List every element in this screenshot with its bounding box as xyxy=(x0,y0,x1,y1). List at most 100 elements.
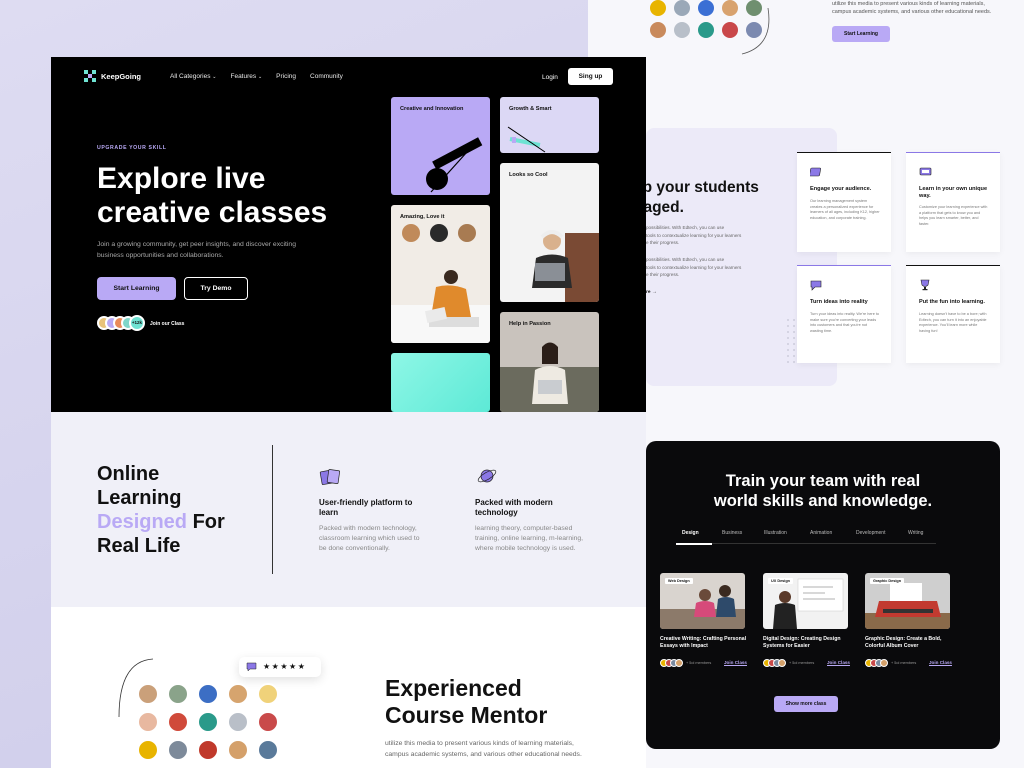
book-icon xyxy=(810,167,821,177)
engaged-p1-l2: tools to contextualize learning for your… xyxy=(646,232,742,238)
logo-icon xyxy=(84,70,96,82)
start-learning-button-top[interactable]: Start Learning xyxy=(832,26,890,42)
chevron-down-icon: ⌄ xyxy=(257,74,263,80)
course-card[interactable]: Web Design Creative Writing: Crafting Pe… xyxy=(660,573,748,673)
hero-title-line1: Explore live xyxy=(97,162,266,195)
mentor-avatar xyxy=(197,683,219,705)
mentor-avatar xyxy=(674,22,690,38)
nav-all-categories[interactable]: All Categories ⌄ xyxy=(170,73,216,80)
features-heading-line2: Learning xyxy=(97,487,182,509)
train-title: Train your team with real world skills a… xyxy=(646,471,1000,511)
feature-card-title: Learn in your own unique way. xyxy=(919,186,988,199)
photo-student-laptop xyxy=(532,230,599,302)
mentor-avatar xyxy=(257,683,279,705)
hero-title: Explore live creative classes xyxy=(97,162,327,230)
mentor-avatar xyxy=(167,683,189,705)
mentor-avatar xyxy=(137,739,159,761)
show-more-class-button[interactable]: Show more class xyxy=(774,696,838,712)
course-tag: UX Design xyxy=(768,578,793,584)
tab-illustration[interactable]: Illustration xyxy=(764,530,787,536)
read-more-label: re xyxy=(646,290,651,295)
card-cyan xyxy=(391,353,490,412)
member-count: + 5ol members xyxy=(891,661,917,665)
mentor-avatar xyxy=(650,22,666,38)
member-count: + 5ol members xyxy=(686,661,712,665)
join-class-link[interactable]: Join Class xyxy=(827,660,850,665)
avatar-stack: +12k xyxy=(97,315,149,332)
feature-card-title: Turn ideas into reality xyxy=(810,299,868,305)
mentor-avatar xyxy=(167,739,189,761)
features-heading-accent: Designed xyxy=(97,511,188,533)
start-learning-button[interactable]: Start Learning xyxy=(97,277,176,300)
decorative-arc xyxy=(741,7,770,55)
photo-woman-laptop xyxy=(500,342,599,412)
card-amazing: Amazing, Love it xyxy=(391,205,490,343)
abstract-lines xyxy=(507,126,546,153)
feature-card-title: Put the fun into learning. xyxy=(919,299,985,305)
course-thumbnail: Graphic Design xyxy=(865,573,950,629)
mentor-avatar xyxy=(137,711,159,733)
tab-animation[interactable]: Animation xyxy=(810,530,832,536)
feature-text: learning theory, computer-based training… xyxy=(475,525,584,552)
feature-card-text: Our learning management system creates a… xyxy=(810,199,880,220)
brand-logo[interactable]: KeepGoing xyxy=(84,70,141,82)
course-title: Creative Writing: Crafting Personal Essa… xyxy=(660,636,747,649)
nav-label: All Categories xyxy=(170,73,211,80)
mentor-avatar xyxy=(227,683,249,705)
mentor-avatar xyxy=(698,0,714,16)
active-tab-indicator xyxy=(676,543,712,545)
read-more-link[interactable]: re → xyxy=(646,290,657,295)
avatar-count-badge: +12k xyxy=(129,315,145,331)
planet-icon xyxy=(477,469,497,483)
member-avatar xyxy=(675,659,683,667)
hero-eyebrow: UPGRADE YOUR SKILL xyxy=(97,145,167,151)
mentor-avatar xyxy=(650,0,666,16)
login-link[interactable]: Login xyxy=(542,74,558,81)
nav-pricing[interactable]: Pricing xyxy=(276,73,296,80)
mentor-title-line1: Experienced xyxy=(385,675,522,701)
feature-title: Packed with modern technology xyxy=(475,498,553,517)
hero-section: KeepGoing All Categories ⌄ Features ⌄ Pr… xyxy=(51,57,646,412)
mentor-avatar xyxy=(197,711,219,733)
mentor-avatar xyxy=(698,22,714,38)
engaged-paragraph-2: possibilities. With Edtech, you can use … xyxy=(646,256,741,279)
feature-title: User-friendly platform to learn xyxy=(319,498,413,517)
member-avatar xyxy=(880,659,888,667)
rating-card: ★★★★★ xyxy=(239,657,321,677)
category-tabs: Design Business Illustration Animation D… xyxy=(676,530,936,545)
nav-community[interactable]: Community xyxy=(310,73,343,80)
try-demo-button[interactable]: Try Demo xyxy=(184,277,248,300)
tab-design[interactable]: Design xyxy=(682,530,699,536)
nav-features[interactable]: Features ⌄ xyxy=(230,73,262,80)
mentor-avatar-grid xyxy=(137,683,287,768)
engaged-p2-l1: possibilities. With Edtech, you can use xyxy=(646,257,725,262)
course-title: Graphic Design: Create a Bold, Colorful … xyxy=(865,636,942,649)
join-class-link[interactable]: Join Class xyxy=(929,660,952,665)
features-heading-line1: Online xyxy=(97,463,160,485)
course-card[interactable]: UX Design Digital Design: Creating Desig… xyxy=(763,573,851,673)
member-avatar xyxy=(778,659,786,667)
tab-writing[interactable]: Writing xyxy=(908,530,923,536)
join-class-link[interactable]: Join Class xyxy=(724,660,747,665)
mentor-avatar xyxy=(227,711,249,733)
engaged-title-line1: ep your students xyxy=(634,179,759,196)
course-thumbnail: Web Design xyxy=(660,573,745,629)
photo-student-room xyxy=(391,224,490,343)
course-card[interactable]: Graphic Design Graphic Design: Create a … xyxy=(865,573,953,673)
course-tag: Web Design xyxy=(665,578,693,584)
mentor-title: Experienced Course Mentor xyxy=(385,675,547,729)
main-nav: All Categories ⌄ Features ⌄ Pricing Comm… xyxy=(170,73,343,80)
chat-icon xyxy=(810,280,822,291)
tab-development[interactable]: Development xyxy=(856,530,885,536)
mentor-section: ★★★★★ Experienced Course Mentor utilize … xyxy=(51,607,646,768)
tab-business[interactable]: Business xyxy=(722,530,742,536)
card-creative: Creative and Innovation xyxy=(391,97,490,195)
signup-button[interactable]: Sing up xyxy=(568,68,613,85)
feature-card-text: Turn your ideas into reality. We're here… xyxy=(810,312,880,333)
train-title-line1: Train your team with real xyxy=(725,472,921,490)
feature-card-unique: Learn in your own unique way. Customize … xyxy=(906,152,1000,252)
engaged-title-line2: gaged. xyxy=(634,199,684,216)
mentor-text: utilize this media to present various ki… xyxy=(385,740,582,758)
feature-card-ideas: Turn ideas into reality Turn your ideas … xyxy=(797,265,891,363)
card-passion: Help in Passion xyxy=(500,312,599,412)
